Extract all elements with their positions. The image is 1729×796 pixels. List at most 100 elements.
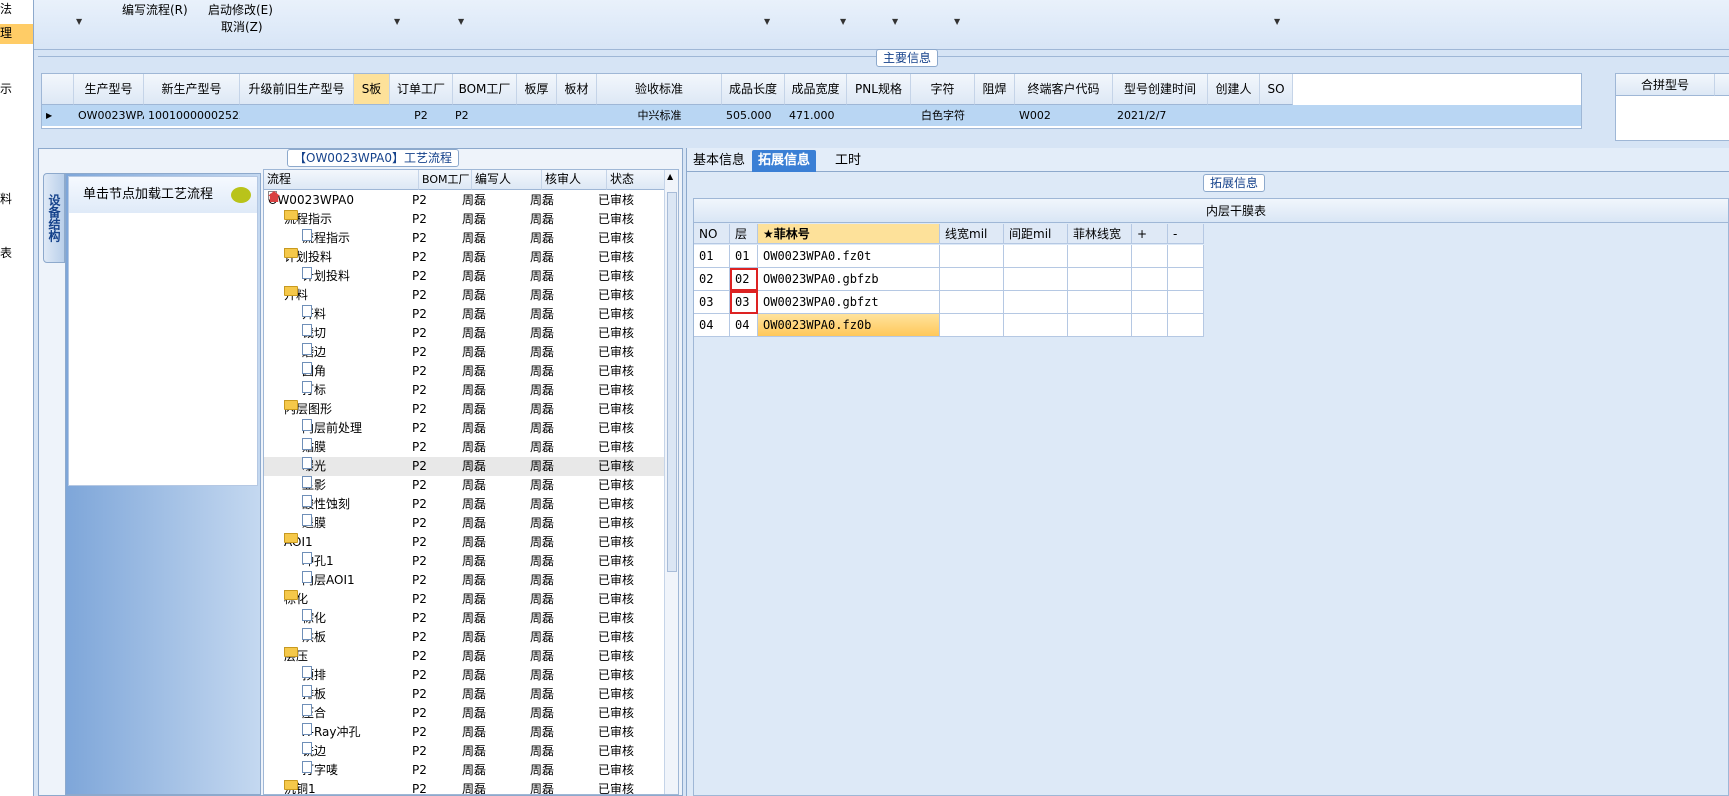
table-cell-empty[interactable] — [1132, 291, 1168, 314]
table-cell[interactable]: 2021/2/7 — [1117, 105, 1208, 126]
flow-loader-header[interactable]: 单击节点加载工艺流程 — [69, 177, 257, 213]
vertical-scrollbar[interactable]: ▲ — [664, 170, 678, 794]
column-header[interactable]: 板厚 — [517, 74, 557, 105]
tree-node-row[interactable]: 打字唛 P2 周磊 周磊 已审核 — [264, 761, 664, 780]
table-cell-no[interactable]: 03 — [694, 291, 730, 314]
tree-node-row[interactable]: X-Ray冲孔 P2 周磊 周磊 已审核 — [264, 723, 664, 742]
table-cell-empty[interactable] — [1132, 245, 1168, 268]
table-cell-empty[interactable] — [1068, 268, 1132, 291]
tree-node-row[interactable]: 内层前处理 P2 周磊 周磊 已审核 — [264, 419, 664, 438]
tree-node-name[interactable]: 烘板 — [302, 628, 419, 647]
dropdown-arrow-icon[interactable]: ▼ — [764, 17, 770, 26]
tree-node-row[interactable]: 冲孔1 P2 周磊 周磊 已审核 — [264, 552, 664, 571]
tree-node-name[interactable]: 冲孔1 — [302, 552, 419, 571]
tree-node-row[interactable]: 曝光 P2 周磊 周磊 已审核 — [264, 457, 664, 476]
table-cell-empty[interactable] — [940, 291, 1004, 314]
left-nav-item[interactable]: 示 — [0, 80, 12, 97]
column-header[interactable]: 升级前旧生产型号 — [240, 74, 354, 105]
table-cell-no[interactable]: 02 — [694, 268, 730, 291]
column-header[interactable]: 核审人 — [542, 170, 607, 190]
table-cell[interactable]: 10010000002522 — [148, 105, 240, 126]
column-header[interactable]: NO — [694, 224, 730, 244]
tree-node-row[interactable]: 棕化 P2 周磊 周磊 已审核 — [264, 609, 664, 628]
left-nav-item[interactable]: 料 — [0, 190, 12, 207]
tree-node-name[interactable]: −计划投料 — [284, 248, 419, 267]
tree-node-name[interactable]: 裁切 — [302, 324, 419, 343]
table-cell[interactable]: 505.000 — [726, 105, 785, 126]
column-header[interactable]: 成品宽度 — [785, 74, 847, 105]
tree-node-name[interactable]: 铣边 — [302, 742, 419, 761]
table-cell-empty[interactable] — [1068, 291, 1132, 314]
tree-node-row[interactable]: 预排 P2 周磊 周磊 已审核 — [264, 666, 664, 685]
column-header[interactable]: ★菲林号 — [758, 224, 940, 244]
column-header[interactable]: BOM工厂 — [419, 170, 472, 190]
table-cell-layer[interactable]: 04 — [730, 314, 758, 337]
tab-basic-info[interactable]: 基本信息 — [687, 150, 751, 172]
dropdown-arrow-icon[interactable]: ▼ — [954, 17, 960, 26]
tree-node-row[interactable]: 排板 P2 周磊 周磊 已审核 — [264, 685, 664, 704]
left-nav-item[interactable]: 法 — [0, 0, 12, 17]
dropdown-arrow-icon[interactable]: ▼ — [458, 17, 464, 26]
table-cell-empty[interactable] — [1004, 314, 1068, 337]
table-cell-empty[interactable] — [1168, 314, 1204, 337]
tree-node-name[interactable]: 内层前处理 — [302, 419, 419, 438]
table-cell[interactable]: P2 — [392, 105, 450, 126]
tree-node-row[interactable]: −棕化P2周磊周磊已审核 — [264, 590, 664, 609]
tree-node-row[interactable]: 打标 P2 周磊 周磊 已审核 — [264, 381, 664, 400]
tree-node-row[interactable]: −流程指示P2周磊周磊已审核 — [264, 210, 664, 229]
column-header[interactable]: 状态 — [607, 170, 666, 190]
tree-node-name[interactable]: −沉铜1 — [284, 780, 419, 794]
table-cell-empty[interactable] — [1168, 268, 1204, 291]
tree-node-name[interactable]: 显影 — [302, 476, 419, 495]
tree-node-name[interactable]: −内层图形 — [284, 400, 419, 419]
table-cell-empty[interactable] — [1004, 291, 1068, 314]
tree-node-row[interactable]: 贴膜 P2 周磊 周磊 已审核 — [264, 438, 664, 457]
tab-extended-info[interactable]: 拓展信息 — [752, 150, 817, 172]
tab-work-hours[interactable]: 工时 — [829, 150, 867, 172]
tree-node-row[interactable]: 铣边 P2 周磊 周磊 已审核 — [264, 742, 664, 761]
table-cell-no[interactable]: 04 — [694, 314, 730, 337]
column-header[interactable]: PNL规格 — [847, 74, 911, 105]
column-header[interactable]: - — [1168, 224, 1204, 244]
column-header[interactable]: 编写人 — [472, 170, 542, 190]
table-cell-empty[interactable] — [940, 245, 1004, 268]
dropdown-arrow-icon[interactable]: ▼ — [394, 17, 400, 26]
tree-node-name[interactable]: −开料 — [284, 286, 419, 305]
dropdown-arrow-icon[interactable]: ▼ — [892, 17, 898, 26]
table-cell[interactable]: W002 — [1019, 105, 1113, 126]
left-nav-item-selected[interactable]: 理 — [0, 24, 33, 44]
tree-node-row[interactable]: −沉铜1P2周磊周磊已审核 — [264, 780, 664, 794]
scroll-up-arrow-icon[interactable]: ▲ — [667, 172, 673, 181]
tree-node-row[interactable]: 圆角 P2 周磊 周磊 已审核 — [264, 362, 664, 381]
column-header[interactable]: 板材 — [557, 74, 597, 105]
column-header[interactable]: 生产 — [1715, 74, 1729, 96]
tree-node-name[interactable]: −层压 — [284, 647, 419, 666]
cancel-button[interactable]: 取消(Z) — [221, 18, 263, 35]
table-cell-empty[interactable] — [1004, 268, 1068, 291]
column-header[interactable]: 生产型号 — [74, 74, 144, 105]
tree-node-name[interactable]: 压合 — [302, 704, 419, 723]
tree-node-row[interactable]: −AOI1P2周磊周磊已审核 — [264, 533, 664, 552]
column-header[interactable]: 层 — [730, 224, 758, 244]
tree-node-name[interactable]: 内层AOI1 — [302, 571, 419, 590]
tree-node-name[interactable]: 打标 — [302, 381, 419, 400]
tree-node-row[interactable]: −内层图形P2周磊周磊已审核 — [264, 400, 664, 419]
tree-node-row[interactable]: 压合 P2 周磊 周磊 已审核 — [264, 704, 664, 723]
equipment-structure-tab[interactable]: 设备结构 — [43, 173, 65, 263]
column-header[interactable]: 菲林线宽 — [1068, 224, 1132, 244]
tree-node-row[interactable]: 磨边 P2 周磊 周磊 已审核 — [264, 343, 664, 362]
tree-node-name[interactable]: 退膜 — [302, 514, 419, 533]
tree-node-row[interactable]: 烘板 P2 周磊 周磊 已审核 — [264, 628, 664, 647]
tree-node-name[interactable]: 计划投料 — [302, 267, 419, 286]
tree-node-name[interactable]: 磨边 — [302, 343, 419, 362]
table-cell-film[interactable]: OW0023WPA0.fz0b — [758, 314, 940, 337]
table-cell[interactable]: 白色字符 — [911, 105, 975, 126]
tree-node-row[interactable]: 显影 P2 周磊 周磊 已审核 — [264, 476, 664, 495]
table-cell-empty[interactable] — [1004, 245, 1068, 268]
table-cell-film[interactable]: OW0023WPA0.gbfzb — [758, 268, 940, 291]
scrollbar-thumb[interactable] — [667, 192, 677, 572]
tree-node-row[interactable]: 流程指示 P2 周磊 周磊 已审核 — [264, 229, 664, 248]
column-header[interactable]: 流程 — [264, 170, 419, 190]
tree-node-name[interactable]: 贴膜 — [302, 438, 419, 457]
column-header[interactable]: 阻焊 — [975, 74, 1015, 105]
